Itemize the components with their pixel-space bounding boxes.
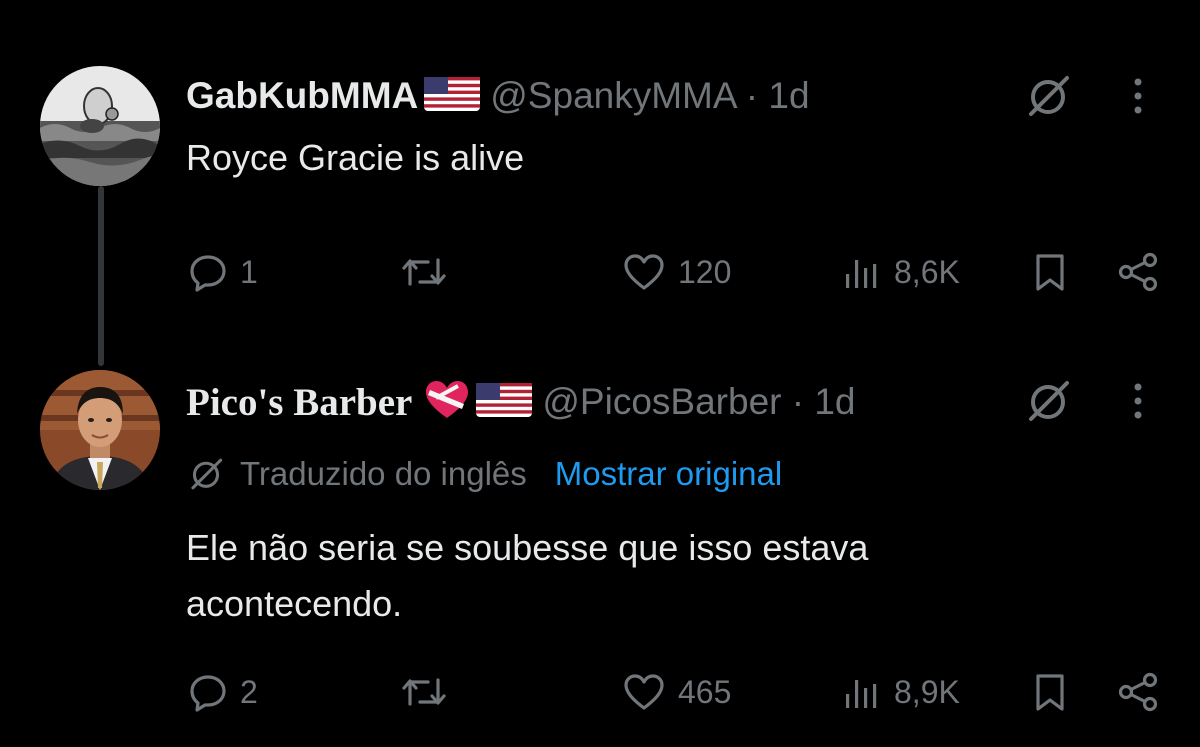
- share-icon: [1116, 672, 1160, 712]
- reply-count: 1: [240, 253, 258, 290]
- tweet-actions: 1 120 8,6K: [0, 242, 1200, 302]
- handle-and-time[interactable]: @PicosBarber · 1d: [542, 381, 855, 423]
- mending-heart-icon: [424, 380, 470, 425]
- flag-icon: [476, 382, 533, 422]
- like-icon: [622, 252, 666, 292]
- tweet-text-line: acontecendo.: [186, 583, 403, 624]
- handle-and-time[interactable]: @SpankyMMA · 1d: [490, 75, 809, 117]
- translation-bar: Traduzido do inglês Mostrar original: [186, 448, 782, 500]
- display-name[interactable]: GabKubMMA: [186, 75, 418, 117]
- translate-icon: [186, 454, 226, 494]
- like-button[interactable]: 120: [622, 242, 731, 302]
- tweet-header: GabKubMMA @SpankyMMA · 1d: [186, 66, 810, 126]
- show-original-link[interactable]: Mostrar original: [555, 455, 782, 493]
- avatar[interactable]: [40, 66, 160, 186]
- views-button[interactable]: 8,6K: [842, 242, 960, 302]
- like-count: 465: [678, 673, 732, 710]
- views-button[interactable]: 8,9K: [842, 662, 960, 722]
- grok-icon[interactable]: [1022, 70, 1074, 122]
- tweet-text: Royce Gracie is alive: [186, 137, 525, 178]
- bookmark-icon: [1030, 672, 1070, 712]
- reply-button[interactable]: 1: [188, 242, 258, 302]
- reply-button[interactable]: 2: [188, 662, 258, 722]
- more-icon[interactable]: [1128, 70, 1148, 122]
- reply-icon: [188, 672, 228, 712]
- share-button[interactable]: [1116, 662, 1160, 722]
- display-name[interactable]: Pico's Barber: [186, 380, 412, 425]
- like-icon: [622, 672, 666, 712]
- repost-button[interactable]: [400, 662, 460, 722]
- grok-icon[interactable]: [1022, 375, 1074, 427]
- reply-icon: [188, 252, 228, 292]
- views-icon: [842, 672, 882, 712]
- tweet-text: Ele não seria se soubesse que isso estav…: [186, 520, 868, 632]
- like-button[interactable]: 465: [622, 662, 731, 722]
- tweet-text-line: Ele não seria se soubesse que isso estav…: [186, 527, 869, 568]
- views-count: 8,6K: [894, 253, 960, 290]
- share-icon: [1116, 252, 1160, 292]
- bookmark-button[interactable]: [1030, 662, 1070, 722]
- like-count: 120: [678, 253, 732, 290]
- repost-button[interactable]: [400, 242, 460, 302]
- flag-icon: [424, 76, 481, 116]
- bookmark-button[interactable]: [1030, 242, 1070, 302]
- tweet-header: Pico's Barber @PicosBarber · 1d: [186, 372, 856, 432]
- repost-icon: [400, 672, 448, 712]
- share-button[interactable]: [1116, 242, 1160, 302]
- tweet-actions: 2 465 8,9K: [0, 662, 1200, 722]
- bookmark-icon: [1030, 252, 1070, 292]
- reply-count: 2: [240, 673, 258, 710]
- views-icon: [842, 252, 882, 292]
- repost-icon: [400, 252, 448, 292]
- avatar[interactable]: [40, 370, 160, 490]
- more-icon[interactable]: [1128, 375, 1148, 427]
- views-count: 8,9K: [894, 673, 960, 710]
- translated-label: Traduzido do inglês: [240, 455, 527, 492]
